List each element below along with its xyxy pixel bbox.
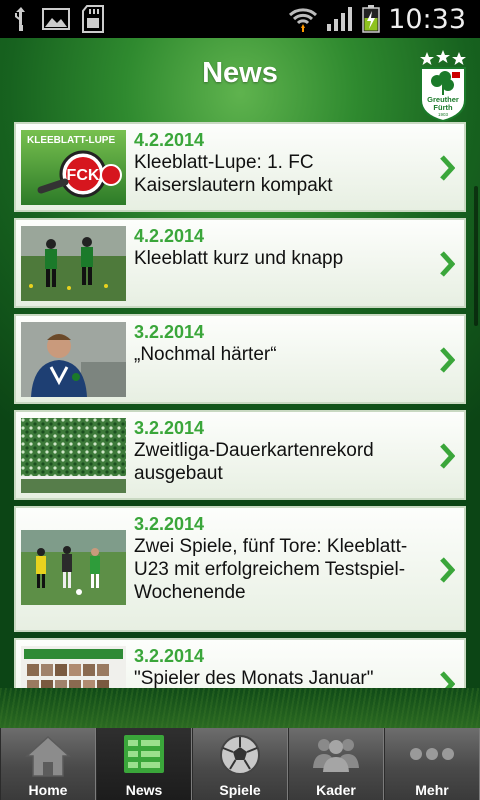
news-item[interactable]: 3.2.2014 "Spieler des Monats Januar" ges… bbox=[14, 638, 466, 728]
tab-kader[interactable]: Kader bbox=[288, 728, 384, 800]
news-text: 3.2.2014 Zwei Spiele, fünf Tore: Kleebla… bbox=[134, 514, 424, 604]
page-title: News bbox=[202, 56, 278, 89]
svg-text:1903: 1903 bbox=[438, 112, 449, 117]
news-thumbnail bbox=[21, 646, 126, 721]
news-title: „Nochmal härter“ bbox=[134, 344, 277, 365]
news-thumbnail bbox=[21, 226, 126, 301]
tab-label: Spiele bbox=[219, 782, 261, 798]
news-date: 3.2.2014 bbox=[134, 418, 205, 438]
news-thumbnail bbox=[21, 418, 126, 493]
news-text: 3.2.2014 "Spieler des Monats Januar" ges… bbox=[134, 646, 424, 713]
news-thumbnail bbox=[21, 530, 126, 605]
chevron-right-icon bbox=[439, 557, 455, 583]
tab-label: Home bbox=[28, 782, 68, 798]
news-date: 4.2.2014 bbox=[134, 130, 205, 150]
more-icon bbox=[408, 746, 456, 762]
sd-card-icon bbox=[82, 5, 104, 33]
bottom-tab-bar: Home News Spiele Kader Mehr bbox=[0, 728, 480, 800]
news-list[interactable]: KLEEBLATT-LUPE FCK 4.2.2014 Kleeblatt-Lu… bbox=[14, 122, 466, 728]
news-item[interactable]: 3.2.2014 Zweitliga-Dauerkartenrekord aus… bbox=[14, 410, 466, 500]
football-icon bbox=[219, 734, 261, 776]
tab-mehr[interactable]: Mehr bbox=[384, 728, 480, 800]
svg-text:FCK: FCK bbox=[67, 167, 100, 184]
chevron-right-icon bbox=[439, 347, 455, 373]
news-date: 4.2.2014 bbox=[134, 226, 205, 246]
chevron-right-icon bbox=[439, 671, 455, 697]
tab-spiele[interactable]: Spiele bbox=[192, 728, 288, 800]
status-bar: 10:33 bbox=[0, 0, 480, 38]
news-item[interactable]: 4.2.2014 Kleeblatt kurz und knapp bbox=[14, 218, 466, 308]
home-icon bbox=[25, 734, 71, 778]
news-item[interactable]: 3.2.2014 „Nochmal härter“ bbox=[14, 314, 466, 404]
news-title: Kleeblatt kurz und knapp bbox=[134, 248, 344, 269]
news-date: 3.2.2014 bbox=[134, 322, 205, 342]
wifi-icon bbox=[288, 6, 318, 32]
chevron-right-icon bbox=[439, 155, 455, 181]
news-item[interactable]: 3.2.2014 Zwei Spiele, fünf Tore: Kleebla… bbox=[14, 506, 466, 632]
tab-news[interactable]: News bbox=[96, 728, 192, 800]
chevron-right-icon bbox=[439, 443, 455, 469]
news-item[interactable]: KLEEBLATT-LUPE FCK 4.2.2014 Kleeblatt-Lu… bbox=[14, 122, 466, 212]
news-title: Zweitliga-Dauerkartenrekord ausgebaut bbox=[134, 440, 374, 484]
news-text: 4.2.2014 Kleeblatt-Lupe: 1. FC Kaisersla… bbox=[134, 130, 424, 197]
usb-icon bbox=[12, 6, 30, 32]
news-title: Kleeblatt-Lupe: 1. FC Kaiserslautern kom… bbox=[134, 152, 333, 196]
tab-label: Mehr bbox=[415, 782, 449, 798]
news-title: Zwei Spiele, fünf Tore: Kleeblatt-U23 mi… bbox=[134, 536, 408, 603]
news-date: 3.2.2014 bbox=[134, 514, 205, 534]
clock: 10:33 bbox=[388, 3, 466, 35]
club-logo: Greuther Fürth 1903 bbox=[418, 50, 468, 122]
news-thumbnail: KLEEBLATT-LUPE FCK bbox=[21, 130, 126, 205]
image-icon bbox=[42, 8, 70, 30]
news-title: "Spieler des Monats Januar" gesucht! bbox=[134, 668, 374, 712]
header: News bbox=[0, 38, 480, 108]
app-screen: News Greuther Fürth 1903 KLEEBLATT-LUPE bbox=[0, 38, 480, 728]
tab-home[interactable]: Home bbox=[0, 728, 96, 800]
news-list-icon bbox=[123, 734, 165, 774]
news-text: 3.2.2014 Zweitliga-Dauerkartenrekord aus… bbox=[134, 418, 424, 485]
svg-text:Fürth: Fürth bbox=[433, 103, 453, 112]
chevron-right-icon bbox=[439, 251, 455, 277]
tab-label: Kader bbox=[316, 782, 356, 798]
svg-text:KLEEBLATT-LUPE: KLEEBLATT-LUPE bbox=[27, 135, 115, 146]
tab-label: News bbox=[125, 782, 163, 798]
team-icon bbox=[311, 734, 361, 774]
news-thumbnail bbox=[21, 322, 126, 397]
news-date: 3.2.2014 bbox=[134, 646, 205, 666]
scrollbar[interactable] bbox=[474, 186, 478, 326]
news-text: 3.2.2014 „Nochmal härter“ bbox=[134, 322, 424, 366]
signal-icon bbox=[326, 6, 354, 32]
news-text: 4.2.2014 Kleeblatt kurz und knapp bbox=[134, 226, 424, 270]
battery-charging-icon bbox=[362, 5, 380, 33]
